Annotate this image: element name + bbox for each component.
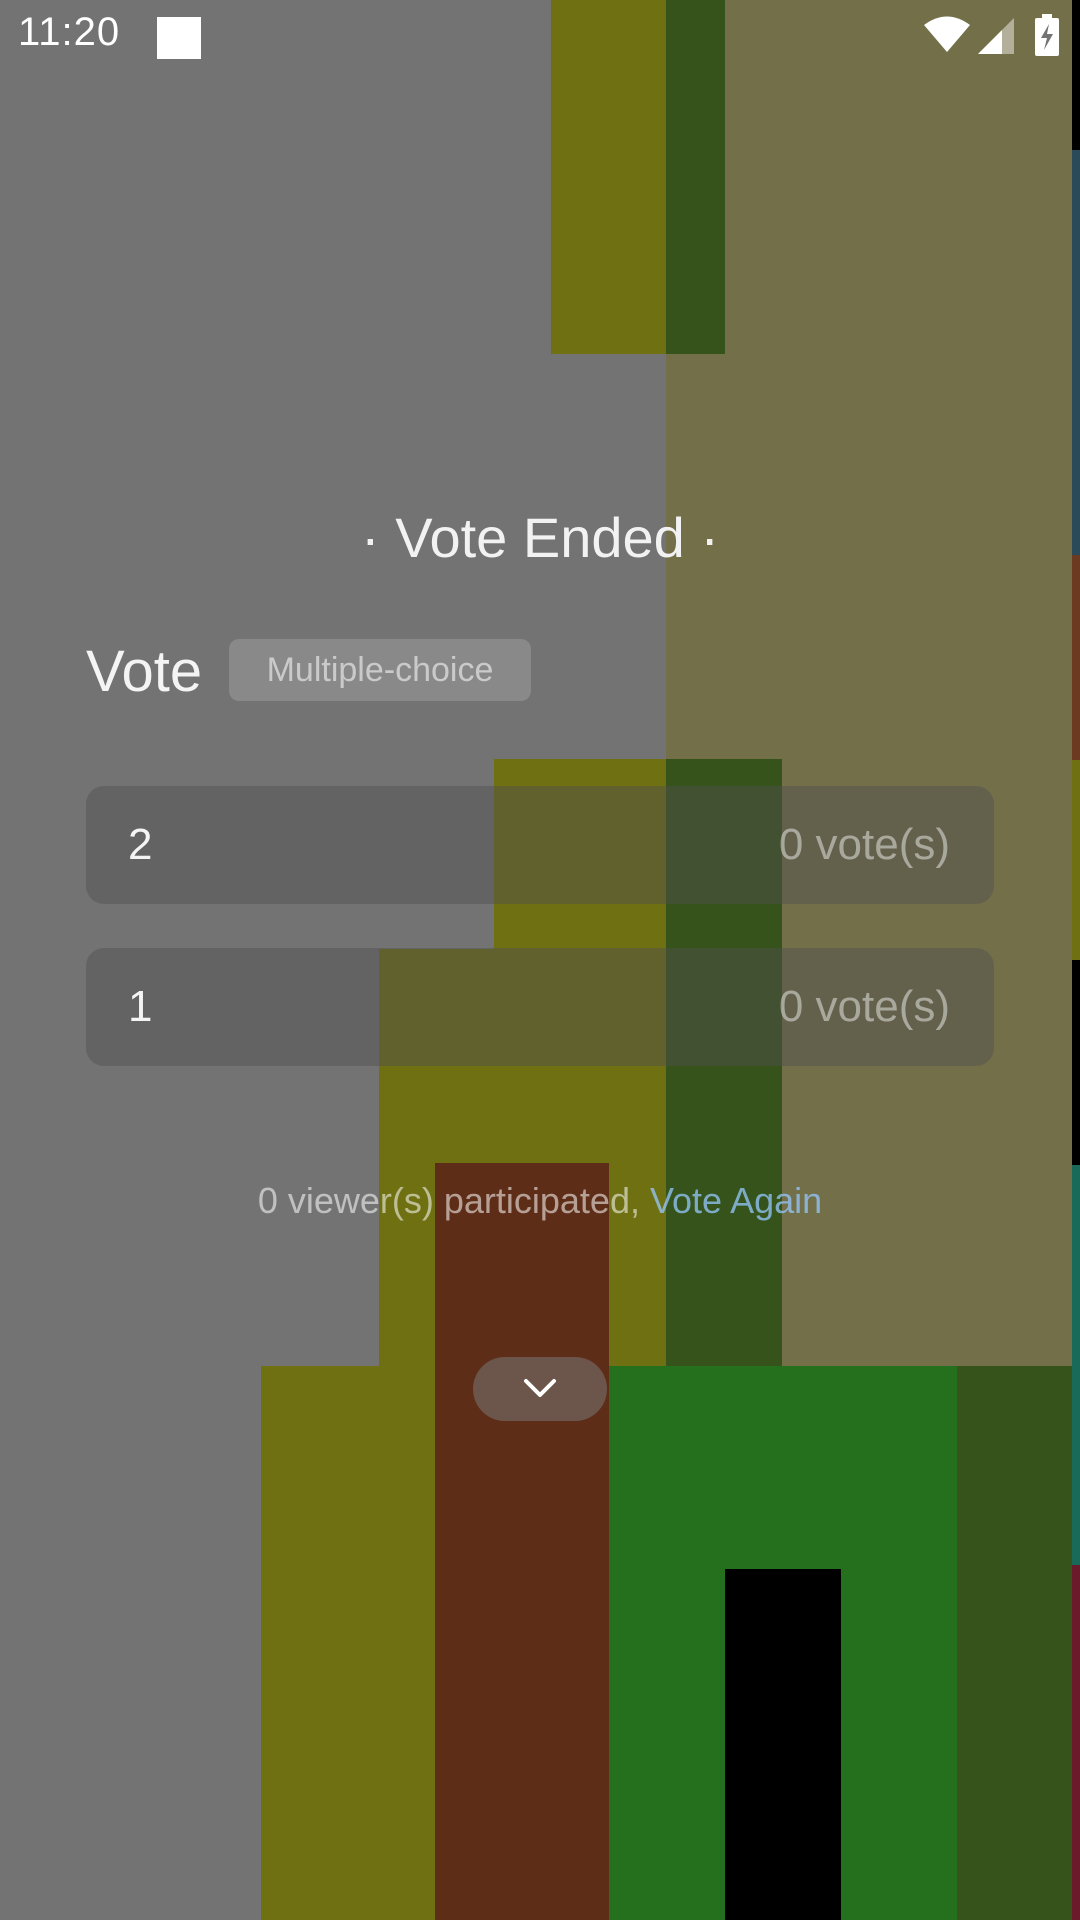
- vote-option[interactable]: 1 0 vote(s): [86, 948, 994, 1066]
- multiple-choice-badge: Multiple-choice: [229, 639, 531, 701]
- vote-option[interactable]: 2 0 vote(s): [86, 786, 994, 904]
- participation-summary: 0 viewer(s) participated, Vote Again: [0, 1180, 1080, 1222]
- collapse-button[interactable]: [473, 1357, 607, 1421]
- status-bar: 11:20: [0, 0, 1080, 76]
- notification-icon: [157, 17, 201, 59]
- option-vote-count: 0 vote(s): [778, 982, 950, 1031]
- screen: 11:20 · Vote Ended · Vote Multiple-choic…: [0, 0, 1080, 1920]
- wifi-icon: [924, 16, 970, 52]
- vote-again-link[interactable]: Vote Again: [650, 1180, 822, 1221]
- cellular-signal-icon: [978, 18, 1014, 54]
- vote-heading: Vote: [86, 639, 203, 704]
- chevron-down-icon: [524, 1379, 556, 1397]
- option-label: 2: [128, 820, 153, 869]
- participation-text: 0 viewer(s) participated,: [257, 1180, 650, 1221]
- option-vote-count: 0 vote(s): [778, 820, 950, 869]
- battery-charging-icon: [1035, 14, 1059, 56]
- status-time: 11:20: [18, 10, 121, 54]
- vote-ended-title: · Vote Ended ·: [360, 506, 719, 569]
- option-label: 1: [128, 982, 153, 1031]
